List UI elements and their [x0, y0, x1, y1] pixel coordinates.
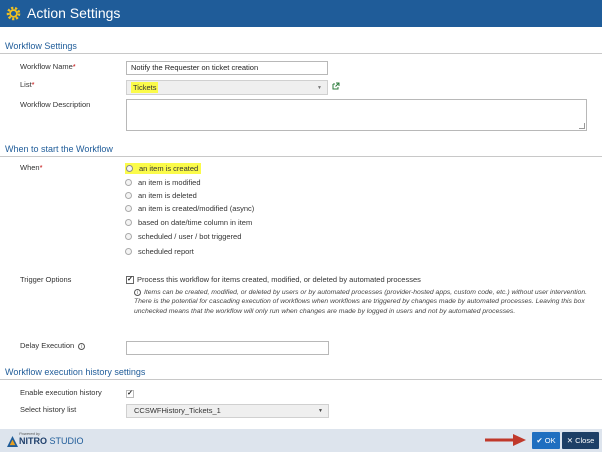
ok-button[interactable]: ✔ OK: [532, 432, 560, 449]
delay-execution-input[interactable]: [126, 341, 329, 355]
title-bar: Action Settings: [0, 0, 602, 27]
radio-item-deleted[interactable]: an item is deleted: [125, 191, 197, 201]
radio-button[interactable]: [125, 179, 132, 186]
when-label: When*: [20, 163, 43, 172]
divider: [0, 53, 602, 54]
radio-button[interactable]: [125, 233, 132, 240]
history-heading: Workflow execution history settings: [5, 367, 146, 377]
radio-scheduled-report[interactable]: scheduled report: [125, 247, 194, 257]
brand-text: NITRO STUDIO: [19, 436, 84, 446]
window-title: Action Settings: [27, 5, 121, 21]
list-label: List*: [20, 80, 35, 89]
radio-button[interactable]: [126, 165, 133, 172]
radio-button[interactable]: [125, 248, 132, 255]
radio-button[interactable]: [125, 205, 132, 212]
workflow-name-input[interactable]: Notify the Requester on ticket creation: [126, 61, 328, 75]
external-link-icon[interactable]: [332, 82, 340, 90]
arrow-right-icon: [485, 434, 526, 446]
check-icon: ✔: [536, 436, 543, 445]
chevron-down-icon: ▼: [317, 85, 322, 91]
close-icon: ✕: [566, 436, 573, 445]
divider: [0, 379, 602, 380]
divider: [0, 156, 602, 157]
workflow-settings-heading: Workflow Settings: [5, 41, 77, 51]
workflow-description-label: Workflow Description: [20, 100, 91, 109]
list-select-value: Tickets: [131, 82, 159, 93]
history-list-value: CCSWFHistory_Tickets_1: [134, 406, 221, 415]
delay-execution-label: Delay Execution i: [20, 341, 88, 351]
when-heading: When to start the Workflow: [5, 144, 113, 154]
close-button[interactable]: ✕ Close: [562, 432, 599, 449]
select-history-label: Select history list: [20, 405, 77, 414]
gear-icon: [6, 6, 21, 21]
nitro-studio-logo: Powered by NITRO STUDIO: [7, 431, 87, 451]
radio-item-created[interactable]: an item is created: [125, 163, 202, 174]
radio-item-modified[interactable]: an item is modified: [125, 178, 201, 188]
radio-button[interactable]: [125, 192, 132, 199]
radio-scheduled-user-bot[interactable]: scheduled / user / bot triggered: [125, 232, 241, 242]
trigger-checkbox[interactable]: ✓: [126, 276, 134, 284]
chevron-down-icon: ▼: [318, 408, 323, 414]
workflow-description-textarea[interactable]: [126, 99, 587, 131]
radio-button[interactable]: [125, 219, 132, 226]
enable-history-label: Enable execution history: [20, 388, 102, 397]
enable-history-checkbox[interactable]: ✓: [126, 390, 134, 398]
trigger-options-label: Trigger Options: [20, 275, 72, 284]
info-icon[interactable]: i: [78, 343, 86, 350]
history-list-select[interactable]: CCSWFHistory_Tickets_1 ▼: [126, 404, 329, 418]
list-select[interactable]: Tickets ▼: [126, 80, 328, 95]
trigger-checkbox-text: Process this workflow for items created,…: [137, 275, 421, 284]
radio-item-created-modified-async[interactable]: an item is created/modified (async): [125, 204, 254, 214]
radio-date-time-column[interactable]: based on date/time column in item: [125, 218, 252, 228]
info-icon: i: [134, 289, 141, 296]
trigger-info-note: i Items can be created, modified, or dele…: [134, 289, 588, 315]
workflow-name-label: Workflow Name*: [20, 62, 76, 71]
nitro-logo-icon: [7, 436, 18, 447]
resize-grip-icon[interactable]: [579, 123, 585, 129]
